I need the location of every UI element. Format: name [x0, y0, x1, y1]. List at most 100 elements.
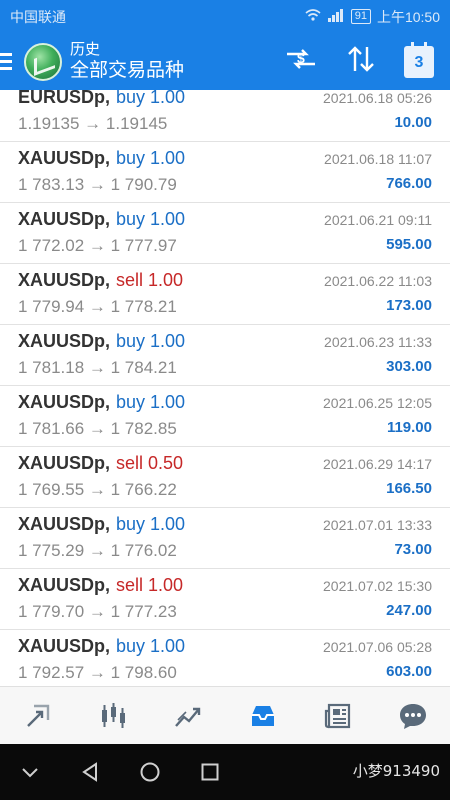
trade-prices: 1 769.55 → 1 766.22	[18, 480, 177, 499]
wifi-icon	[305, 8, 321, 25]
nav-news[interactable]	[318, 696, 358, 736]
trade-row[interactable]: XAUUSDp, buy 1.00 1 781.66 → 1 782.85 2021.…	[0, 386, 450, 447]
clock: 上午10:50	[376, 8, 440, 25]
symbol-name: XAUUSDp,	[18, 453, 111, 473]
symbol-name: XAUUSDp,	[18, 209, 111, 229]
nav-chat[interactable]	[393, 696, 433, 736]
recents-square-icon	[201, 763, 219, 781]
trade-symbol: XAUUSDp, buy 1.00	[18, 636, 185, 657]
trade-side-volume: sell 1.00	[116, 270, 184, 290]
trade-prices: 1 775.29 → 1 776.02	[18, 541, 177, 560]
trade-date: 2021.06.18 11:07	[324, 151, 432, 167]
svg-text:$: $	[297, 50, 305, 66]
trade-row[interactable]: XAUUSDp, buy 1.00 1 792.57 → 1 798.60 2021.…	[0, 630, 450, 686]
trade-date: 2021.07.06 05:28	[323, 639, 432, 655]
menu-icon[interactable]	[0, 53, 22, 70]
system-navigation-bar: 小梦913490	[0, 744, 450, 800]
trade-symbol: XAUUSDp, buy 1.00	[18, 209, 185, 230]
symbol-filter[interactable]: 全部交易品种	[70, 59, 284, 83]
nav-history[interactable]	[243, 696, 283, 736]
back-button[interactable]	[60, 761, 120, 783]
trade-date: 2021.07.01 13:33	[323, 517, 432, 533]
trade-row[interactable]: XAUUSDp, sell 0.50 1 769.55 → 1 766.22 2021…	[0, 447, 450, 508]
trade-profit: 10.00	[394, 114, 432, 131]
trade-side-volume: sell 1.00	[116, 575, 184, 595]
watermark: 小梦913490	[352, 762, 440, 780]
trade-side-volume: buy 1.00	[116, 514, 186, 534]
trade-side-volume: buy 1.00	[116, 90, 186, 107]
trade-prices: 1 772.02 → 1 777.97	[18, 236, 177, 255]
symbol-name: XAUUSDp,	[18, 270, 111, 290]
trade-profit: 166.50	[386, 480, 432, 497]
trade-row[interactable]: XAUUSDp, buy 1.00 1 775.29 → 1 776.02 2021.…	[0, 508, 450, 569]
trade-row[interactable]: XAUUSDp, sell 1.00 1 779.70 → 1 777.23 2021…	[0, 569, 450, 630]
trade-side-volume: sell 0.50	[116, 453, 184, 473]
trade-symbol: XAUUSDp, sell 1.00	[18, 575, 183, 596]
trade-side-volume: buy 1.00	[116, 148, 186, 168]
symbol-name: XAUUSDp,	[18, 575, 111, 595]
trade-date: 2021.07.02 15:30	[323, 578, 432, 594]
trade-row[interactable]: EURUSDp, buy 1.00 1.19135 → 1.19145 2021.06…	[0, 90, 450, 142]
trade-symbol: XAUUSDp, sell 0.50	[18, 453, 183, 474]
calendar-icon[interactable]: 3	[404, 41, 434, 78]
trade-date: 2021.06.23 11:33	[324, 334, 432, 350]
bottom-navigation	[0, 686, 450, 744]
trade-symbol: XAUUSDp, buy 1.00	[18, 148, 185, 169]
trade-profit: 603.00	[386, 663, 432, 680]
trade-row[interactable]: XAUUSDp, buy 1.00 1 783.13 → 1 790.79 2021.…	[0, 142, 450, 203]
trade-profit: 119.00	[386, 419, 432, 436]
trade-prices: 1.19135 → 1.19145	[18, 114, 168, 133]
trade-row[interactable]: XAUUSDp, buy 1.00 1 772.02 → 1 777.97 2021.…	[0, 203, 450, 264]
symbol-name: EURUSDp,	[18, 90, 111, 107]
app-logo-icon	[24, 42, 62, 81]
carrier-label: 中国联通	[10, 8, 66, 25]
symbol-name: XAUUSDp,	[18, 148, 111, 168]
app-bar: 历史 全部交易品种 $ 3	[0, 33, 450, 90]
trade-prices: 1 783.13 → 1 790.79	[18, 175, 177, 194]
trade-date: 2021.06.18 05:26	[323, 90, 432, 106]
symbol-name: XAUUSDp,	[18, 514, 111, 534]
nav-quotes[interactable]	[18, 696, 58, 736]
nav-chart[interactable]	[93, 696, 133, 736]
status-icons: 91 上午10:50	[305, 7, 440, 27]
trade-symbol: XAUUSDp, buy 1.00	[18, 514, 185, 535]
battery-indicator: 91	[350, 9, 371, 24]
home-button[interactable]	[120, 761, 180, 783]
trade-prices: 1 781.18 → 1 784.21	[18, 358, 177, 377]
trade-date: 2021.06.25 12:05	[323, 395, 432, 411]
trade-side-volume: buy 1.00	[116, 392, 186, 412]
trade-row[interactable]: XAUUSDp, sell 1.00 1 779.94 → 1 778.21 2021…	[0, 264, 450, 325]
symbol-name: XAUUSDp,	[18, 392, 111, 412]
home-circle-icon	[140, 762, 160, 782]
trade-prices: 1 781.66 → 1 782.85	[18, 419, 177, 438]
trade-prices: 1 779.94 → 1 778.21	[18, 297, 177, 316]
back-triangle-icon	[82, 762, 97, 782]
trade-icon	[174, 707, 200, 727]
trade-symbol: XAUUSDp, sell 1.00	[18, 270, 183, 291]
chat-icon	[399, 703, 426, 729]
sort-icon[interactable]	[346, 45, 376, 78]
trade-profit: 173.00	[386, 297, 432, 314]
title-block[interactable]: 历史 全部交易品种	[70, 41, 284, 83]
trade-row[interactable]: XAUUSDp, buy 1.00 1 781.18 → 1 784.21 2021.…	[0, 325, 450, 386]
trade-symbol: XAUUSDp, buy 1.00	[18, 331, 185, 352]
trade-profit: 595.00	[386, 236, 432, 253]
trade-side-volume: buy 1.00	[116, 331, 186, 351]
hide-nav-button[interactable]	[0, 761, 60, 783]
trade-profit: 247.00	[386, 602, 432, 619]
nav-trade[interactable]	[168, 696, 208, 736]
status-bar: 中国联通 91 上午10:50	[0, 0, 450, 33]
trade-date: 2021.06.21 09:11	[324, 212, 432, 228]
recents-button[interactable]	[180, 761, 240, 783]
trade-profit: 73.00	[394, 541, 432, 558]
trade-date: 2021.06.29 14:17	[323, 456, 432, 472]
trade-history-list: EURUSDp, buy 1.00 1.19135 → 1.19145 2021.06…	[0, 90, 450, 686]
currency-exchange-icon[interactable]: $	[284, 46, 318, 77]
trade-prices: 1 779.70 → 1 777.23	[18, 602, 177, 621]
trade-prices: 1 792.57 → 1 798.60	[18, 663, 177, 682]
trade-side-volume: buy 1.00	[116, 636, 186, 656]
chart-icon	[101, 702, 125, 728]
trade-side-volume: buy 1.00	[116, 209, 186, 229]
trade-profit: 766.00	[386, 175, 432, 192]
app-bar-actions: $ 3	[284, 41, 434, 78]
